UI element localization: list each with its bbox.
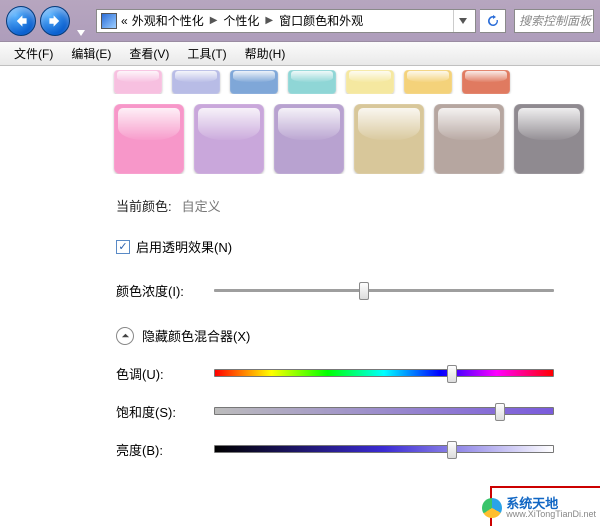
address-dropdown[interactable]: [453, 10, 471, 32]
color-swatch[interactable]: [462, 70, 510, 94]
color-swatch[interactable]: [288, 70, 336, 94]
menu-view[interactable]: 查看(V): [121, 43, 177, 64]
slider-thumb[interactable]: [495, 403, 505, 421]
hue-label: 色调(U):: [116, 364, 194, 383]
chevron-down-icon: [77, 30, 85, 36]
current-color-value: 自定义: [182, 196, 221, 215]
slider-thumb[interactable]: [447, 441, 457, 459]
watermark-text: 系统天地 www.XiTongTianDi.net: [506, 497, 596, 519]
menu-help[interactable]: 帮助(H): [237, 43, 294, 64]
saturation-slider[interactable]: [214, 401, 554, 421]
arrow-right-icon: [48, 14, 62, 28]
watermark: 系统天地 www.XiTongTianDi.net: [480, 490, 600, 526]
color-swatch[interactable]: [434, 104, 504, 174]
chevron-right-icon: ▶: [263, 15, 275, 26]
transparency-row: ✓ 启用透明效果(N): [0, 219, 600, 262]
current-color-label: 当前颜色:: [116, 196, 172, 215]
arrow-left-icon: [14, 14, 28, 28]
brightness-row: 亮度(B):: [0, 421, 600, 459]
slider-track: [214, 289, 554, 292]
breadcrumb-item[interactable]: 个性化: [223, 12, 259, 29]
color-swatch[interactable]: [114, 70, 162, 94]
intensity-slider[interactable]: [214, 280, 554, 300]
color-swatch[interactable]: [514, 104, 584, 174]
watermark-url: www.XiTongTianDi.net: [506, 510, 596, 519]
content-area: 当前颜色: 自定义 ✓ 启用透明效果(N) 颜色浓度(I): 隐藏颜色混合器(X…: [0, 66, 600, 459]
slider-thumb[interactable]: [447, 365, 457, 383]
color-swatch[interactable]: [404, 70, 452, 94]
color-mixer-label: 隐藏颜色混合器(X): [142, 326, 250, 345]
color-swatch[interactable]: [172, 70, 220, 94]
slider-track: [214, 445, 554, 453]
slider-thumb[interactable]: [359, 282, 369, 300]
color-swatch[interactable]: [354, 104, 424, 174]
color-swatch[interactable]: [114, 104, 184, 174]
transparency-checkbox[interactable]: ✓: [116, 240, 130, 254]
color-swatch[interactable]: [194, 104, 264, 174]
watermark-logo-icon: [482, 498, 502, 518]
chevron-right-icon: ▶: [208, 15, 220, 26]
slider-track: [214, 369, 554, 377]
menu-file[interactable]: 文件(F): [6, 43, 61, 64]
search-placeholder: 搜索控制面板: [519, 12, 591, 29]
refresh-button[interactable]: [480, 9, 506, 33]
color-swatch-row: [0, 104, 600, 174]
hue-slider[interactable]: [214, 363, 554, 383]
refresh-icon: [487, 15, 499, 27]
brightness-slider[interactable]: [214, 439, 554, 459]
search-input[interactable]: 搜索控制面板: [514, 9, 594, 33]
color-swatch-row-partial: [0, 70, 600, 94]
location-icon: [101, 13, 117, 29]
brightness-label: 亮度(B):: [116, 440, 194, 459]
nav-history-dropdown[interactable]: [74, 6, 88, 36]
color-mixer-toggle[interactable]: 隐藏颜色混合器(X): [0, 300, 600, 351]
annotation-line: [490, 486, 600, 488]
chevron-up-icon: [121, 331, 130, 340]
menu-edit[interactable]: 编辑(E): [63, 43, 119, 64]
back-button[interactable]: [6, 6, 36, 36]
color-swatch[interactable]: [230, 70, 278, 94]
breadcrumb-item[interactable]: 外观和个性化: [132, 12, 204, 29]
saturation-label: 饱和度(S):: [116, 402, 194, 421]
color-swatch[interactable]: [274, 104, 344, 174]
saturation-row: 饱和度(S):: [0, 383, 600, 421]
address-bar[interactable]: « 外观和个性化 ▶ 个性化 ▶ 窗口颜色和外观: [96, 9, 476, 33]
intensity-row: 颜色浓度(I):: [0, 262, 600, 300]
menubar: 文件(F) 编辑(E) 查看(V) 工具(T) 帮助(H): [0, 42, 600, 66]
color-swatch[interactable]: [346, 70, 394, 94]
hue-row: 色调(U):: [0, 351, 600, 383]
forward-button[interactable]: [40, 6, 70, 36]
chevron-down-icon: [459, 18, 467, 24]
breadcrumb-prefix: «: [121, 14, 128, 28]
breadcrumb-item[interactable]: 窗口颜色和外观: [279, 12, 363, 29]
intensity-label: 颜色浓度(I):: [116, 281, 194, 300]
current-color-row: 当前颜色: 自定义: [0, 192, 600, 219]
transparency-label: 启用透明效果(N): [136, 237, 232, 256]
collapse-button[interactable]: [116, 327, 134, 345]
window-titlebar: « 外观和个性化 ▶ 个性化 ▶ 窗口颜色和外观 搜索控制面板: [0, 0, 600, 42]
menu-tools[interactable]: 工具(T): [179, 43, 234, 64]
